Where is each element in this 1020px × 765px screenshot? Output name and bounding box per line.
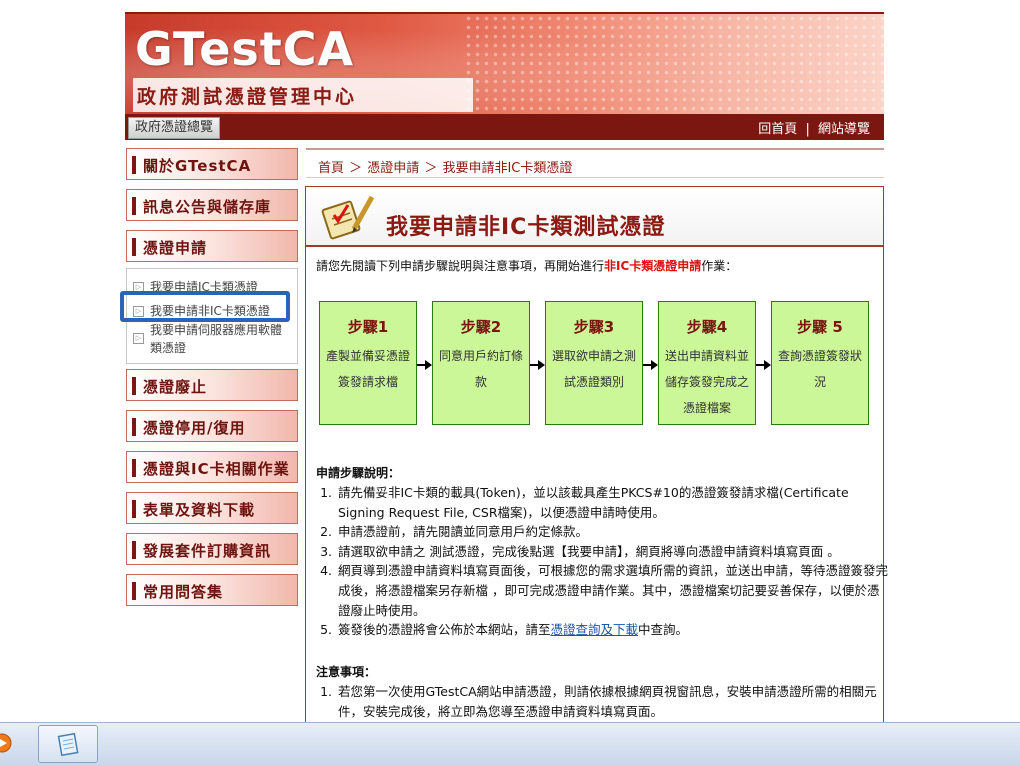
step-box-4: 步驟4 送出申請資料並儲存簽發完成之憑證檔案 [658,301,756,425]
steps-heading: 申請步驟說明： [316,466,401,480]
steps-list: 請先備妥非IC卡類的載具(Token)，並以該載具產生PKCS#10的憑證簽發請… [318,483,888,640]
list-item: 請先備妥非IC卡類的載具(Token)，並以該載具產生PKCS#10的憑證簽發請… [336,483,888,522]
bullet-icon: ▷ [133,333,144,344]
sidebar-item-faq[interactable]: 常用問答集 [126,574,298,606]
step-box-1: 步驟1 產製並備妥憑證簽發請求檔 [319,301,417,425]
content-header: 我要申請非IC卡類測試憑證 [306,187,883,247]
taskbar [0,722,1020,765]
arrow-right-icon [530,360,545,370]
main-content: 我要申請非IC卡類測試憑證 請您先閱讀下列申請步驟說明與注意事項，再開始進行非I… [305,186,888,746]
site-logo[interactable]: GTestCA [135,22,354,76]
clipboard-pen-icon [321,195,375,240]
list-item: 網頁導到憑證申請資料填寫頁面後，可根據您的需求選填所需的資訊，並送出申請，等待憑… [336,561,888,620]
arrow-right-icon [756,360,771,370]
sidebar-item-cert-apply[interactable]: 憑證申請 [126,230,298,262]
selection-highlight [120,291,290,322]
cert-query-link[interactable]: 憑證查詢及下載 [551,622,639,637]
sidebar-item-about[interactable]: 關於GTestCA [126,148,298,180]
arrow-right-icon [417,360,432,370]
top-links: 回首頁 | 網站導覽 [758,118,870,137]
sidebar-item-ic-card-ops[interactable]: 憑證與IC卡相關作業 [126,451,298,483]
sidebar-item-revoke[interactable]: 憑證廢止 [126,369,298,401]
breadcrumb-cert-apply[interactable]: 憑證申請 [367,161,419,176]
notes-heading: 注意事項： [316,665,377,679]
decorative-pattern [464,14,884,116]
sitemap-link[interactable]: 網站導覽 [818,122,870,137]
sidebar-item-label: 憑證申請 [143,239,208,257]
intro-highlight: 非IC卡類憑證申請 [604,259,702,273]
top-links-separator: | [805,122,810,137]
breadcrumb: 首頁 ＞ 憑證申請 ＞ 我要申請非IC卡類憑證 [306,148,884,178]
taskbar-button-notepad[interactable] [38,725,98,763]
sidebar-item-label: 發展套件訂購資訊 [143,542,272,560]
list-item: 簽發後的憑證將會公佈於本網站，請至憑證查詢及下載中查詢。 [336,620,888,640]
intro-text: 請您先閱讀下列申請步驟說明與注意事項，再開始進行非IC卡類憑證申請作業： [316,259,738,273]
sidebar-item-dev-kit[interactable]: 發展套件訂購資訊 [126,533,298,565]
sidebar-item-label: 憑證與IC卡相關作業 [143,460,290,478]
sidebar-item-label: 表單及資料下載 [143,501,256,519]
list-item: 申請憑證前，請先閱讀並同意用戶約定條款。 [336,522,888,542]
notes-list: 若您第一次使用GTestCA網站申請憑證，則請依據根據網頁視窗訊息，安裝申請憑證… [318,682,888,721]
sidebar-item-label: 憑證停用/復用 [143,419,246,437]
sidebar-item-label: 憑證廢止 [143,378,208,396]
list-item: 若您第一次使用GTestCA網站申請憑證，則請依據根據網頁視窗訊息，安裝申請憑證… [336,682,888,721]
page-title: 我要申請非IC卡類測試憑證 [386,215,666,240]
breadcrumb-separator: ＞ [349,161,363,176]
submenu-item-server-app[interactable]: ▷ 我要申請伺服器應用軟體類憑證 [133,321,291,357]
header-banner: GTestCA 政府測試憑證管理中心 [125,12,884,116]
sidebar-item-label: 關於GTestCA [143,157,252,175]
step-box-5: 步驟 5 查詢憑證簽發狀況 [771,301,869,425]
breadcrumb-separator: ＞ [424,161,438,176]
sidebar-item-label: 訊息公告與儲存庫 [143,198,272,216]
step-box-2: 步驟2 同意用戶約訂條款 [432,301,530,425]
top-nav-bar: 政府憑證總覽 回首頁 | 網站導覽 [125,114,884,140]
home-link[interactable]: 回首頁 [758,122,797,137]
step-box-3: 步驟3 選取欲申請之測試憑證類別 [545,301,643,425]
list-item: 請選取欲申請之 測試憑證，完成後點選【我要申請】，網頁將導向憑證申請資料填寫頁面… [336,542,888,562]
sidebar-item-suspend[interactable]: 憑證停用/復用 [126,410,298,442]
media-player-icon[interactable] [0,733,14,753]
arrow-right-icon [643,360,658,370]
site-subtitle: 政府測試憑證管理中心 [137,86,358,108]
sidebar-item-downloads[interactable]: 表單及資料下載 [126,492,298,524]
notepad-icon [57,732,79,756]
sidebar-item-label: 常用問答集 [143,583,224,601]
sidebar-item-announcements[interactable]: 訊息公告與儲存庫 [126,189,298,221]
breadcrumb-current: 我要申請非IC卡類憑證 [442,161,573,176]
gov-cert-overview-button[interactable]: 政府憑證總覽 [128,117,221,139]
breadcrumb-home[interactable]: 首頁 [318,161,344,176]
